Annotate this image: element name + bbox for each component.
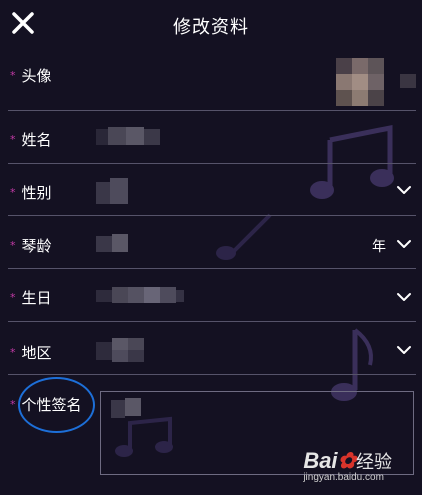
divider [8, 374, 416, 375]
required-star: * [10, 291, 16, 304]
gender-label: 性别 [21, 184, 52, 202]
annotation-circle [18, 377, 95, 433]
name-label: 姓名 [21, 131, 52, 149]
piano-age-row[interactable]: * 琴龄 年 [8, 216, 416, 269]
avatar-label: 头像 [21, 67, 52, 85]
required-star: * [10, 69, 16, 82]
page-title: 修改资料 [173, 17, 249, 38]
birthday-label: 生日 [21, 289, 52, 307]
watermark-brand-cn: 经验 [356, 452, 392, 473]
region-row[interactable]: * 地区 [8, 322, 416, 375]
signature-value-redacted [111, 398, 141, 418]
gender-row[interactable]: * 性别 [8, 164, 416, 216]
watermark-url: jingyan.baidu.com [303, 472, 384, 483]
required-star: * [10, 133, 16, 146]
piano-age-label: 琴龄 [21, 237, 52, 255]
birthday-value-redacted[interactable] [96, 287, 186, 305]
birthday-row[interactable]: * 生日 [8, 269, 416, 322]
baidu-jingyan-watermark: Bai✿经验 jingyan.baidu.com [303, 448, 392, 483]
region-label: 地区 [21, 344, 52, 362]
chevron-down-icon[interactable] [396, 184, 412, 196]
gender-value-redacted[interactable] [96, 178, 132, 206]
required-star: * [10, 239, 16, 252]
required-star: * [10, 398, 16, 411]
required-star: * [10, 186, 16, 199]
piano-age-value-redacted[interactable] [96, 234, 132, 254]
piano-age-unit: 年 [372, 239, 386, 255]
paw-icon: ✿ [337, 448, 356, 473]
watermark-brand: Bai [303, 448, 338, 473]
chevron-down-icon[interactable] [396, 344, 412, 356]
chevron-down-icon[interactable] [396, 291, 412, 303]
chevron-down-icon[interactable] [396, 238, 412, 250]
name-row[interactable]: * 姓名 [8, 111, 416, 164]
edit-profile-screen: { "header": { "title": "修改资料", "close_ic… [0, 0, 422, 495]
avatar-image[interactable] [336, 58, 418, 108]
header-bar: 修改资料 [0, 0, 422, 52]
avatar-row[interactable]: * 头像 [8, 52, 416, 111]
name-value-redacted[interactable] [96, 127, 166, 147]
required-star: * [10, 346, 16, 359]
region-value-redacted[interactable] [96, 338, 156, 364]
